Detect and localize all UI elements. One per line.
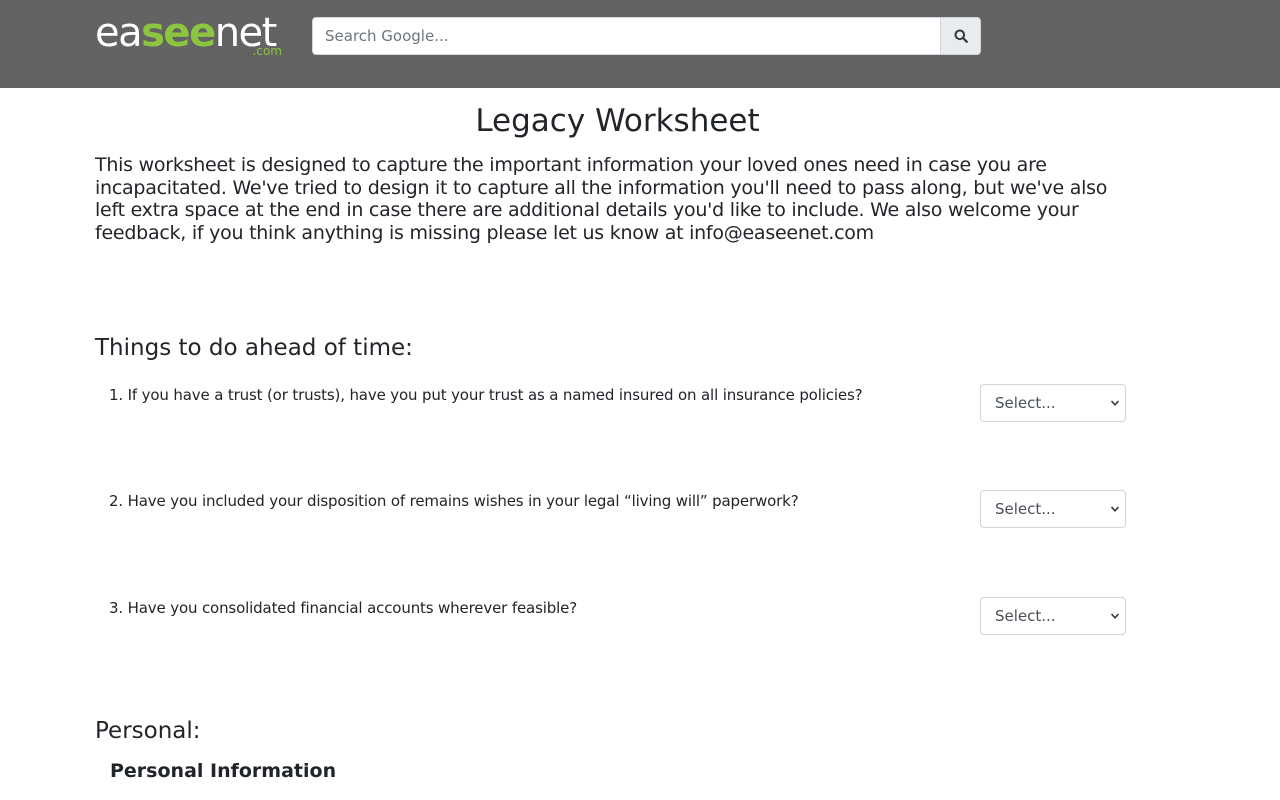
- question-1-select[interactable]: Select...: [980, 384, 1126, 422]
- question-3-text: 3. Have you consolidated financial accou…: [109, 599, 578, 617]
- easeenet-logo[interactable]: easeenet .com: [95, 10, 285, 60]
- page-title: Legacy Worksheet: [475, 103, 760, 139]
- question-2-select[interactable]: Select...: [980, 490, 1126, 528]
- intro-paragraph: This worksheet is designed to capture th…: [95, 154, 1108, 244]
- search-input[interactable]: [312, 17, 941, 55]
- search-icon: [954, 29, 968, 43]
- section-heading-personal: Personal:: [95, 718, 201, 744]
- logo-suffix: .com: [252, 44, 282, 58]
- subheading-personal-information: Personal Information: [110, 760, 337, 782]
- section-heading-ahead-of-time: Things to do ahead of time:: [95, 335, 413, 361]
- logo-wordmark: easeenet: [95, 10, 277, 56]
- question-3-select[interactable]: Select...: [980, 597, 1126, 635]
- logo-text-ea: ea: [95, 10, 143, 56]
- top-header: easeenet .com: [0, 0, 1280, 88]
- search-button[interactable]: [940, 17, 981, 55]
- logo-text-see: see: [141, 10, 216, 56]
- question-2-text: 2. Have you included your disposition of…: [109, 492, 799, 510]
- question-1-text: 1. If you have a trust (or trusts), have…: [109, 386, 863, 404]
